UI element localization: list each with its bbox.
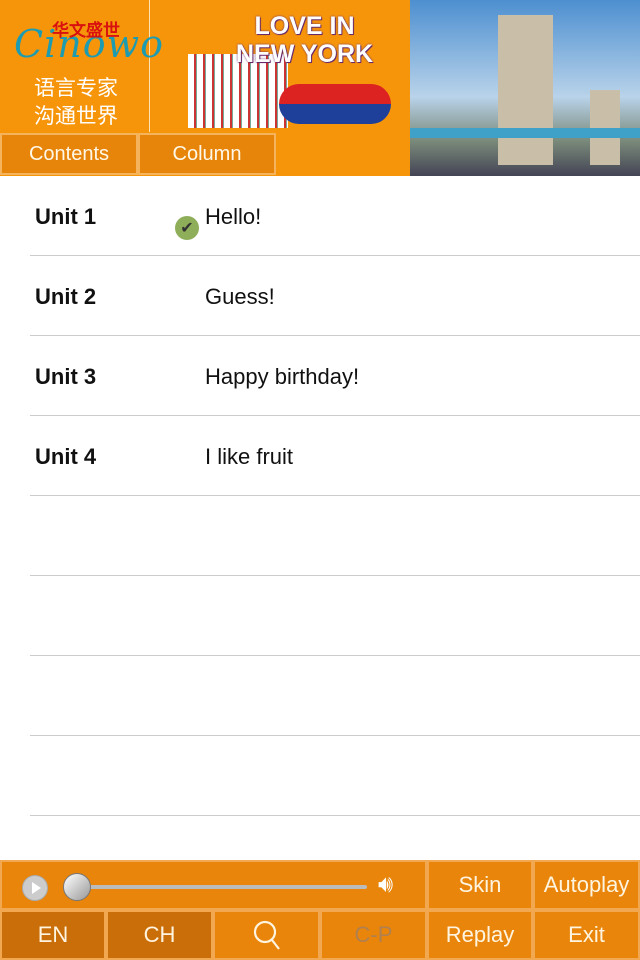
unit-label: Unit 1	[35, 204, 97, 229]
search-button[interactable]	[213, 910, 320, 960]
search-icon	[253, 920, 280, 950]
exit-button[interactable]: Exit	[533, 910, 640, 960]
unit-title: I like fruit	[205, 444, 294, 469]
tower-bridge-photo	[410, 0, 640, 176]
audio-player: 🔊︎	[0, 860, 427, 910]
list-item[interactable]: Unit 2 Guess!	[30, 256, 640, 336]
unit-title: Guess!	[205, 284, 275, 309]
check-icon: ✔	[175, 216, 199, 240]
autoplay-button[interactable]: Autoplay	[533, 860, 640, 910]
unit-title: Hello!	[205, 204, 262, 229]
unit-label: Unit 4	[35, 444, 97, 469]
slogan-line1: 语言专家	[34, 77, 118, 100]
empty-row	[30, 576, 640, 656]
discs-image	[279, 84, 391, 124]
empty-row	[30, 656, 640, 736]
skin-button[interactable]: Skin	[427, 860, 533, 910]
banner-title-line1: LOVE IN	[254, 12, 355, 40]
unit-label: Unit 2	[35, 284, 97, 309]
banner-title: LOVE IN NEW YORK	[236, 12, 373, 68]
en-button[interactable]: EN	[0, 910, 106, 960]
play-icon[interactable]	[22, 875, 48, 901]
unit-label: Unit 3	[35, 364, 97, 389]
header: Cinowo 华文盛世 语言专家 沟通世界 LOVE IN NEW YORK Co…	[0, 0, 640, 176]
logo-brand-cn: 华文盛世	[52, 21, 120, 40]
unit-title: Happy birthday!	[205, 364, 360, 389]
volume-icon[interactable]: 🔊︎	[378, 871, 393, 899]
tower	[498, 15, 553, 165]
list-item[interactable]: Unit 4 I like fruit	[30, 416, 640, 496]
list-item[interactable]: Unit 3 Happy birthday!	[30, 336, 640, 416]
banner-title-line2: NEW YORK	[236, 40, 374, 68]
replay-button[interactable]: Replay	[427, 910, 533, 960]
tab-contents[interactable]: Contents	[0, 133, 138, 175]
cinowo-logo: Cinowo 华文盛世 语言专家 沟通世界	[0, 0, 163, 132]
progress-slider[interactable]	[74, 885, 367, 889]
list-item[interactable]: Unit 1 ✔ Hello!	[30, 176, 640, 256]
tab-column[interactable]: Column	[138, 133, 276, 175]
empty-row	[30, 496, 640, 576]
slider-knob[interactable]	[63, 873, 91, 901]
ch-button[interactable]: CH	[106, 910, 213, 960]
bridge	[410, 128, 640, 138]
slogan-line2: 沟通世界	[34, 105, 118, 128]
empty-row	[30, 736, 640, 816]
cp-button[interactable]: C-P	[320, 910, 427, 960]
